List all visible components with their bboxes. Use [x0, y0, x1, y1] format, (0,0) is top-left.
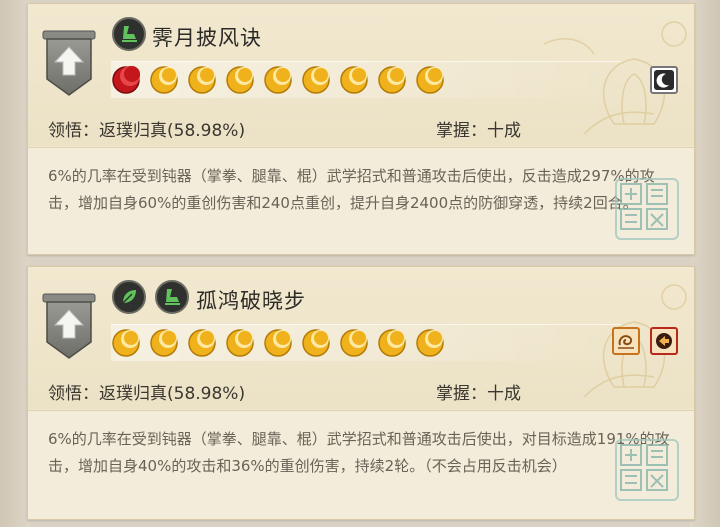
- gold-moon-icon: [226, 329, 254, 357]
- insight-stat: 领悟：返璞归真(58.98%): [48, 379, 245, 404]
- mastery-value: 十成: [487, 384, 521, 404]
- insight-label: 领悟：: [48, 121, 99, 141]
- mastery-label: 掌握：: [436, 121, 487, 141]
- gold-moon-icon: [416, 66, 444, 94]
- gold-moon-icon: [378, 329, 406, 357]
- skill-description-panel: 6%的几率在受到钝器（掌拳、腿靠、棍）武学招式和普通攻击后使出，反击造成297%…: [28, 147, 694, 254]
- gold-moon-icon: [188, 329, 216, 357]
- moon-progress-row: [111, 324, 621, 361]
- skill-name: 孤鸿破晓步: [196, 289, 306, 313]
- skill-name: 霁月披风诀: [152, 26, 262, 50]
- moon-progress-row: [111, 61, 621, 98]
- gold-moon-icon: [112, 329, 140, 357]
- leg-kick-icon: [112, 17, 146, 51]
- insight-value: 返璞归真(58.98%): [99, 121, 246, 141]
- insight-stat: 领悟：返璞归真(58.98%): [48, 116, 245, 141]
- leaf-icon: [112, 280, 146, 314]
- gold-moon-icon: [264, 66, 292, 94]
- upgrade-badge-icon[interactable]: [41, 29, 97, 99]
- gold-moon-icon: [340, 329, 368, 357]
- mastery-stat: 掌握：十成: [436, 116, 521, 141]
- seal-stamp-icon: [615, 439, 679, 501]
- mastery-stat: 掌握：十成: [436, 379, 521, 404]
- skill-description: 6%的几率在受到钝器（掌拳、腿靠、棍）武学招式和普通攻击后使出，对目标造成191…: [48, 430, 670, 475]
- gold-moon-icon: [340, 66, 368, 94]
- skill-card-1[interactable]: 霁月披风诀 领悟：返璞归真(58.98%) 掌握：十成 6%的几率在受到钝器（掌…: [27, 3, 695, 255]
- skill-description: 6%的几率在受到钝器（掌拳、腿靠、棍）武学招式和普通攻击后使出，反击造成297%…: [48, 167, 655, 212]
- gold-moon-icon: [188, 66, 216, 94]
- skill-description-panel: 6%的几率在受到钝器（掌拳、腿靠、棍）武学招式和普通攻击后使出，对目标造成191…: [28, 410, 694, 519]
- skill-card-2[interactable]: 孤鸿破晓步 领悟：返璞归真(58.98%) 掌握：十成 6%的几率在受到钝器（掌…: [27, 266, 695, 520]
- upgrade-badge-icon[interactable]: [41, 292, 97, 362]
- red-moon-icon: [112, 66, 140, 94]
- background-left: [0, 0, 30, 527]
- insight-value: 返璞归真(58.98%): [99, 384, 246, 404]
- gold-moon-icon: [302, 66, 330, 94]
- gold-moon-icon: [302, 329, 330, 357]
- gold-moon-icon: [416, 329, 444, 357]
- mastery-value: 十成: [487, 121, 521, 141]
- night-moon-icon[interactable]: [650, 66, 678, 94]
- gold-moon-icon: [150, 66, 178, 94]
- seal-stamp-icon: [615, 178, 679, 240]
- gold-moon-icon: [226, 66, 254, 94]
- gold-moon-icon: [150, 329, 178, 357]
- counter-icon[interactable]: [650, 327, 678, 355]
- gold-moon-icon: [264, 329, 292, 357]
- leg-kick-icon: [155, 280, 189, 314]
- insight-label: 领悟：: [48, 384, 99, 404]
- swirl-icon[interactable]: [612, 327, 640, 355]
- mastery-label: 掌握：: [436, 384, 487, 404]
- gold-moon-icon: [378, 66, 406, 94]
